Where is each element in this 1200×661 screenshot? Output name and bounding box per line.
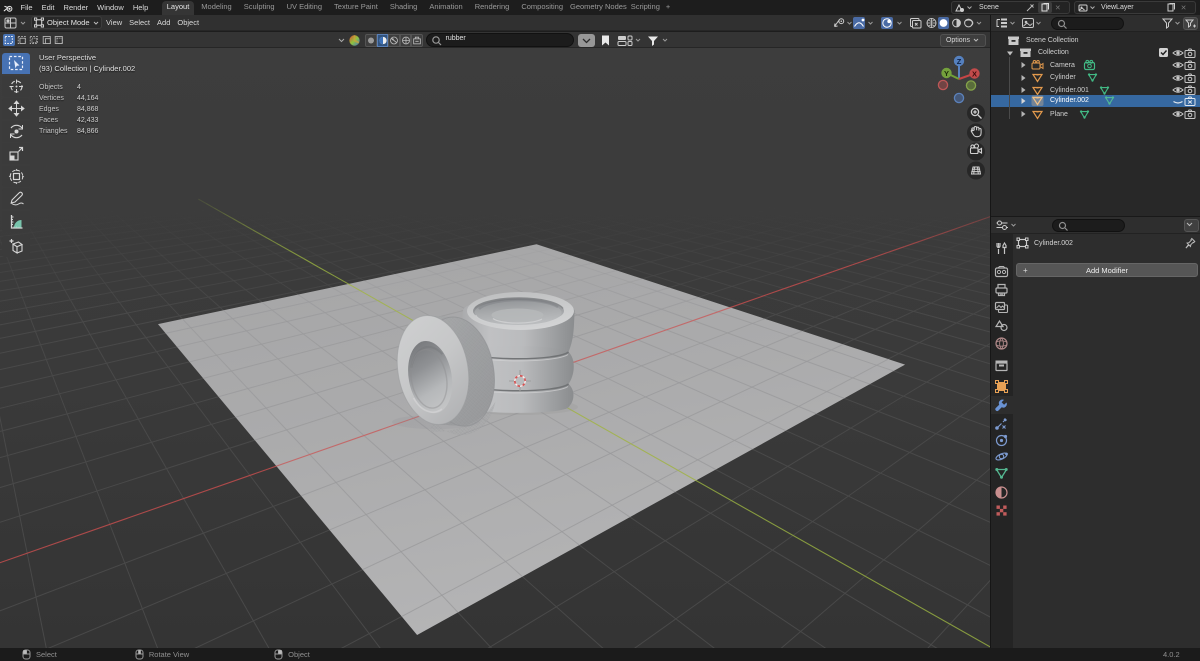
svg-text:Y: Y xyxy=(944,69,949,78)
svg-text:Z: Z xyxy=(957,57,962,66)
svg-text:X: X xyxy=(972,69,977,78)
